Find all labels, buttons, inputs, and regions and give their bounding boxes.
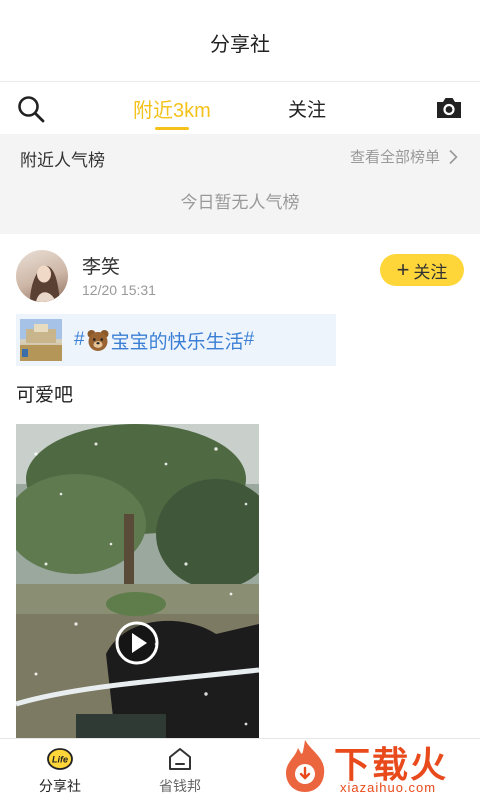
post-timestamp: 12/20 15:31	[82, 282, 156, 298]
svg-text:Life: Life	[52, 754, 68, 764]
view-all-rankings-label: 查看全部榜单	[349, 149, 440, 166]
topic-name: 宝宝的快乐生活	[110, 331, 244, 353]
follow-button-label: 关注	[413, 262, 448, 282]
plus-icon: +	[396, 257, 410, 282]
view-all-rankings-link[interactable]: 查看全部榜单	[350, 146, 458, 167]
post-caption: 可爱吧	[16, 385, 74, 406]
watermark: 下载火 xiazaihuo.com	[280, 736, 476, 798]
topic-thumbnail	[20, 319, 62, 361]
house-icon	[169, 747, 191, 770]
search-button[interactable]	[16, 94, 46, 124]
page-title: 分享社	[210, 34, 270, 56]
popular-ranking-section: 附近人气榜 查看全部榜单 今日暂无人气榜	[0, 134, 480, 234]
post-username[interactable]: 李笑	[82, 252, 120, 279]
video-thumbnail[interactable]	[16, 424, 259, 744]
camera-icon	[437, 98, 461, 118]
avatar-photo	[30, 265, 60, 302]
follow-button[interactable]: + 关注	[380, 254, 464, 286]
nav-item-share[interactable]: Life 分享社	[0, 739, 120, 800]
avatar[interactable]	[16, 250, 68, 302]
tab-bar: 附近3km 关注	[0, 82, 480, 134]
chevron-right-icon	[449, 149, 458, 164]
topic-hash-suffix: #	[243, 329, 255, 350]
search-icon	[18, 96, 45, 123]
watermark-url: xiazaihuo.com	[340, 780, 437, 795]
flame-logo-icon	[286, 740, 325, 792]
nav-label-share: 分享社	[39, 777, 81, 794]
nav-label-save-money: 省钱邦	[159, 777, 201, 794]
topic-tag[interactable]: # 宝宝的快乐生活 #	[16, 314, 336, 366]
tab-follow[interactable]: 关注	[288, 82, 326, 134]
video-frame	[16, 424, 259, 744]
post-card: 李笑 12/20 15:31 + 关注 # 宝宝的快乐生活 # 可爱吧	[0, 234, 480, 744]
camera-button[interactable]	[434, 94, 464, 122]
topic-text: # 宝宝的快乐生活 #	[74, 327, 254, 354]
play-icon[interactable]	[114, 620, 160, 666]
life-icon: Life	[47, 747, 73, 770]
popular-empty-text: 今日暂无人气榜	[180, 193, 300, 212]
tab-nearby[interactable]: 附近3km	[133, 82, 211, 134]
popular-ranking-title: 附近人气榜	[20, 151, 105, 170]
bear-emoji-icon	[87, 330, 109, 351]
app-header: 分享社	[0, 0, 480, 82]
topic-hash-prefix: #	[74, 329, 85, 350]
nav-item-save-money[interactable]: 省钱邦	[120, 739, 240, 800]
